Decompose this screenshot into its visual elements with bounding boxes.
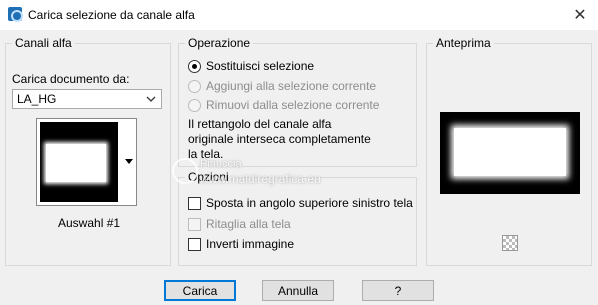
preview-legend: Anteprima <box>433 36 494 50</box>
radio-label: Rimuovi dalla selezione corrente <box>206 98 380 112</box>
radio-label: Aggiungi alla selezione corrente <box>206 79 377 93</box>
preview-selection <box>454 128 566 176</box>
checkbox-crop-to-canvas: Ritaglia alla tela <box>188 216 291 232</box>
checkbox-label: Inverti immagine <box>206 237 295 251</box>
checkbox-label: Sposta in angolo superiore sinistro tela <box>206 196 413 210</box>
channel-dropdown-button[interactable] <box>121 118 137 206</box>
channel-thumbnail-image <box>40 122 118 202</box>
operation-legend: Operazione <box>185 36 254 50</box>
checkbox[interactable] <box>188 237 201 251</box>
radio-button[interactable] <box>188 59 201 73</box>
info-line: Il rettangolo del canale alfa <box>188 117 332 131</box>
radio-button <box>188 98 201 112</box>
watermark-name: Pinuccia <box>200 158 242 170</box>
title-bar: Carica selezione da canale alfa ✕ <box>0 0 598 30</box>
load-document-label: Carica documento da: <box>12 72 130 86</box>
checkbox[interactable] <box>188 196 201 210</box>
channel-name: Auswahl #1 <box>58 216 121 230</box>
help-button[interactable]: ? <box>362 280 434 301</box>
info-line: originale interseca completamente <box>188 132 371 146</box>
transparency-checker-icon[interactable] <box>502 235 518 251</box>
channel-thumbnail-selection <box>46 144 106 182</box>
dropdown-arrow-icon <box>125 159 133 164</box>
close-button[interactable]: ✕ <box>562 0 598 30</box>
document-select[interactable]: LA_HG <box>12 89 162 109</box>
checkbox <box>188 217 201 231</box>
load-button[interactable]: Carica <box>164 280 236 301</box>
channel-thumbnail[interactable] <box>36 118 122 206</box>
app-icon <box>8 7 23 22</box>
checkbox-invert-image[interactable]: Inverti immagine <box>188 236 294 252</box>
watermark-url: www.maldiregrafica.eu <box>200 172 321 186</box>
radio-button <box>188 79 201 93</box>
chevron-down-icon <box>146 96 156 102</box>
alpha-channels-legend: Canali alfa <box>12 36 75 50</box>
cancel-button[interactable]: Annulla <box>262 280 334 301</box>
checkbox-label: Ritaglia alla tela <box>206 217 291 231</box>
radio-remove-selection: Rimuovi dalla selezione corrente <box>188 97 379 113</box>
preview-image <box>440 112 580 194</box>
radio-add-selection: Aggiungi alla selezione corrente <box>188 78 376 94</box>
document-select-value: LA_HG <box>17 92 57 106</box>
watermark: Pinuccia www.maldiregrafica.eu <box>168 156 418 190</box>
checkbox-move-top-left[interactable]: Sposta in angolo superiore sinistro tela <box>188 195 413 211</box>
watermark-logo-icon <box>172 158 198 184</box>
window-title: Carica selezione da canale alfa <box>28 8 195 22</box>
radio-label: Sostituisci selezione <box>206 59 315 73</box>
radio-replace-selection[interactable]: Sostituisci selezione <box>188 58 314 74</box>
